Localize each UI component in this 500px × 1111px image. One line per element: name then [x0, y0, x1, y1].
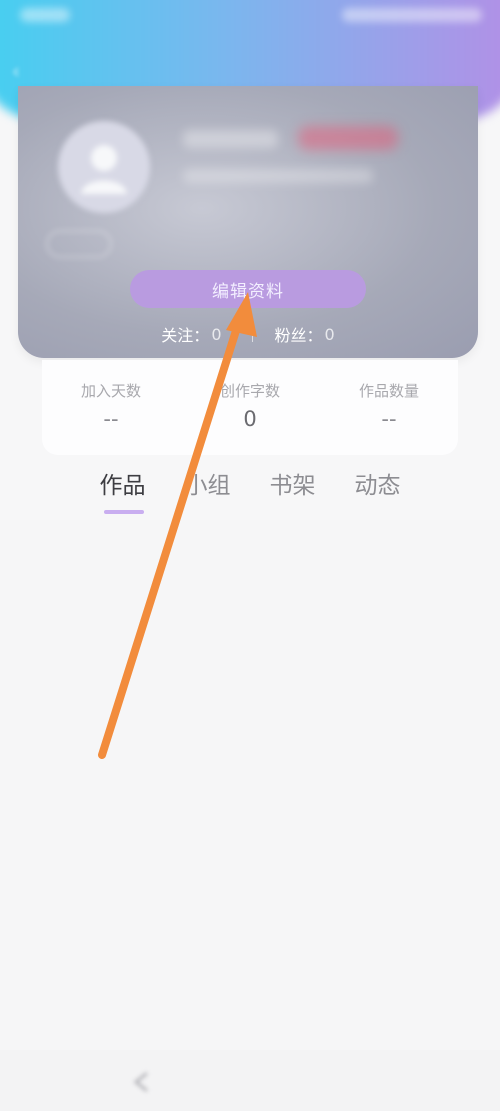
user-avatar-icon	[81, 145, 127, 194]
follow-divider	[251, 326, 253, 342]
tab-bookshelf[interactable]: 书架	[250, 466, 335, 516]
stat-word-count: 创作字数 0	[181, 360, 319, 455]
stat-value: 0	[243, 407, 257, 431]
status-bar-time	[20, 8, 70, 22]
follow-label[interactable]: 关注：	[161, 322, 209, 346]
back-arrow-icon[interactable]: ‹	[12, 61, 30, 81]
profile-screen: ‹ 编辑资料 关注： 0 粉丝： 0 加入天数 -- 创作字数 0 作品数量 -…	[0, 0, 500, 1111]
tab-content-area	[0, 520, 500, 1050]
avatar[interactable]	[58, 121, 150, 213]
stat-join-days: 加入天数 --	[42, 360, 180, 455]
level-badge	[298, 126, 398, 150]
follow-fans-row: 关注： 0 粉丝： 0	[18, 322, 478, 346]
fans-label[interactable]: 粉丝：	[275, 322, 323, 346]
tab-works[interactable]: 作品	[80, 466, 165, 516]
stat-label: 加入天数	[80, 382, 141, 400]
profile-tag[interactable]	[46, 230, 112, 258]
stat-value: --	[381, 407, 397, 431]
status-bar-indicators	[342, 8, 482, 22]
edit-profile-button[interactable]: 编辑资料	[130, 270, 366, 308]
follow-count[interactable]: 0	[211, 325, 221, 344]
stat-works-count: 作品数量 --	[320, 360, 458, 455]
nav-back-icon[interactable]	[130, 1070, 154, 1094]
tab-groups[interactable]: 小组	[165, 466, 250, 516]
system-nav-bar	[0, 1050, 500, 1111]
user-bio	[183, 169, 373, 183]
stat-label: 作品数量	[358, 382, 419, 400]
stats-card: 加入天数 -- 创作字数 0 作品数量 --	[42, 360, 458, 455]
tab-activity[interactable]: 动态	[335, 466, 420, 516]
content-tabs: 作品 小组 书架 动态	[0, 466, 500, 516]
username	[183, 130, 278, 148]
stat-value: --	[103, 407, 119, 431]
profile-card: 编辑资料 关注： 0 粉丝： 0	[18, 86, 478, 358]
stat-label: 创作字数	[219, 382, 280, 400]
fans-count[interactable]: 0	[325, 325, 335, 344]
